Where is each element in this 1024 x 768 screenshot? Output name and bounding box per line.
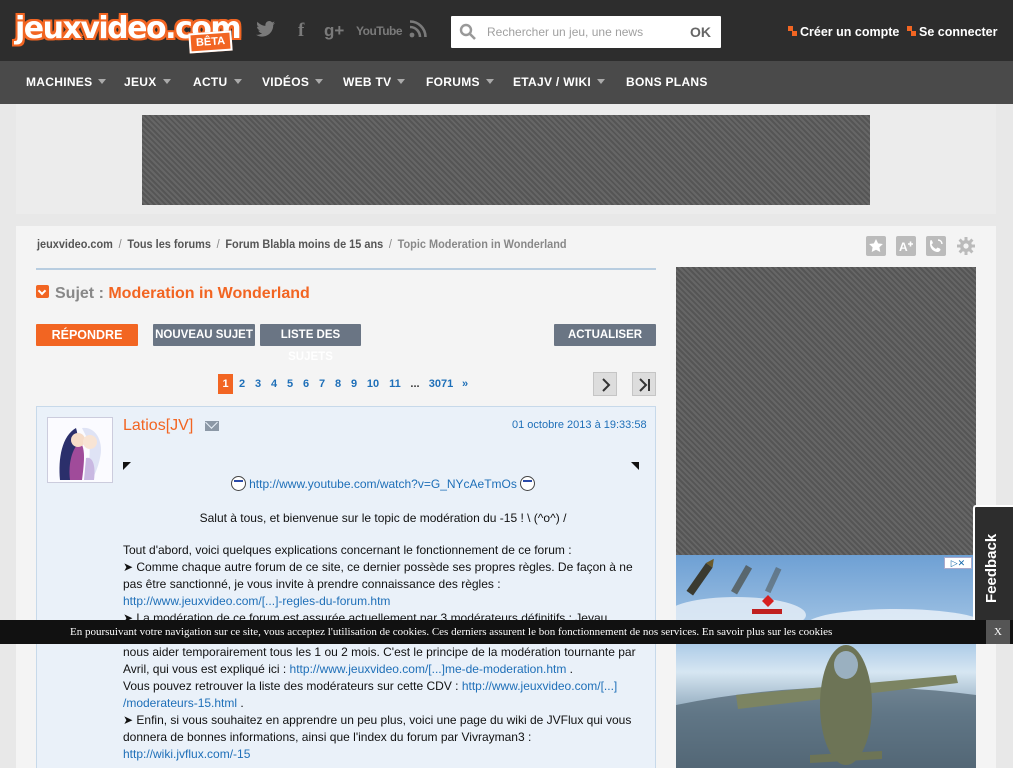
breadcrumb-forum[interactable]: Forum Blabla moins de 15 ans (225, 239, 383, 251)
last-page-icon (639, 378, 650, 392)
smiley-icon (230, 476, 246, 491)
adchoices-icon[interactable]: ▷✕ (944, 557, 972, 569)
nav-bons-plans[interactable]: BONS PLANS (626, 61, 708, 104)
reply-button[interactable]: RÉPONDRE (36, 324, 138, 346)
page-link[interactable]: 5 (284, 374, 296, 394)
page-link[interactable]: 9 (348, 374, 360, 394)
youtube-line: http://www.youtube.com/watch?v=G_NYcAeTm… (123, 476, 643, 493)
rules-link[interactable]: http://www.jeuxvideo.com/[...]-regles-du… (123, 594, 390, 608)
nav-actu[interactable]: ACTU (193, 61, 242, 104)
nav-jeux[interactable]: JEUX (124, 61, 171, 104)
chevron-down-icon[interactable] (36, 285, 49, 298)
search-box: OK (451, 16, 721, 48)
create-account-link[interactable]: Créer un compte (788, 25, 899, 39)
nav-videos[interactable]: VIDÉOS (262, 61, 324, 104)
beta-badge: BÊTA (188, 30, 233, 54)
breadcrumb: jeuxvideo.com / Tous les forums / Forum Blab… (37, 239, 567, 251)
quote-corner-icon (631, 462, 639, 470)
caret-down-icon (597, 79, 606, 84)
page-ellipsis: ... (410, 378, 420, 390)
phone-alert-icon[interactable] (926, 236, 946, 256)
post-author[interactable]: Latios[JV] (123, 417, 193, 435)
top-header: jeuxvideo.com BÊTA f g+ YouTube OK Créer… (0, 0, 1024, 61)
rotation-link[interactable]: http://www.jeuxvideo.com/[...]me-de-mode… (290, 662, 567, 676)
post-date[interactable]: 01 octobre 2013 à 19:33:58 (512, 419, 647, 431)
page-next-link[interactable]: » (459, 374, 471, 394)
cookie-text[interactable]: En poursuivant votre navigation sur ce s… (70, 620, 832, 644)
greeting-text: Salut à tous, et bienvenue sur le topic … (199, 511, 567, 525)
quote-corner-icon (123, 462, 131, 470)
page-link[interactable]: 4 (268, 374, 280, 394)
refresh-button[interactable]: ACTUALISER (554, 324, 656, 346)
caret-down-icon (397, 79, 406, 84)
svg-text:A: A (899, 240, 908, 254)
topic-title: Sujet : Moderation in Wonderland (36, 285, 310, 303)
arrow-bullet-icon (907, 26, 916, 37)
topic-list-button[interactable]: LISTE DES SUJETS (260, 324, 361, 363)
search-submit-button[interactable]: OK (690, 24, 711, 40)
cookie-banner: En poursuivant votre navigation sur ce s… (0, 620, 1013, 644)
gear-icon[interactable] (956, 236, 976, 256)
caret-down-icon (485, 79, 494, 84)
cookie-close-button[interactable]: X (986, 620, 1010, 644)
font-size-icon[interactable]: A (896, 236, 916, 256)
post-body: Tout d'abord, voici quelques explication… (123, 543, 636, 761)
login-link[interactable]: Se connecter (907, 25, 998, 39)
favorite-star-icon[interactable] (866, 236, 886, 256)
caret-down-icon (98, 79, 107, 84)
youtube-icon[interactable]: YouTube (356, 20, 403, 44)
caret-down-icon (162, 79, 171, 84)
search-input[interactable] (487, 16, 677, 48)
main-nav: MACHINES JEUX ACTU VIDÉOS WEB TV FORUMS … (0, 61, 1024, 104)
caret-down-icon (315, 79, 324, 84)
moderators-link[interactable]: http://www.jeuxvideo.com/[...] (462, 679, 617, 693)
sidebar-ad[interactable] (676, 267, 976, 557)
new-topic-button[interactable]: NOUVEAU SUJET (153, 324, 255, 346)
moderators-link-cont[interactable]: /moderateurs-15.html (123, 696, 237, 710)
mail-icon[interactable] (205, 421, 219, 431)
scrollbar-edge (1013, 0, 1024, 768)
last-page-button[interactable] (632, 372, 656, 396)
search-icon (459, 23, 477, 41)
nav-etajv-wiki[interactable]: ETAJV / WIKI (513, 61, 606, 104)
page-link[interactable]: 6 (300, 374, 312, 394)
google-plus-icon[interactable]: g+ (324, 20, 344, 44)
next-page-button[interactable] (593, 372, 617, 396)
page-link[interactable]: 3 (252, 374, 264, 394)
page-link[interactable]: 10 (364, 374, 382, 394)
arrow-bullet-icon (788, 26, 797, 37)
page-link[interactable]: 7 (316, 374, 328, 394)
breadcrumb-home[interactable]: jeuxvideo.com (37, 239, 113, 251)
facebook-icon[interactable]: f (298, 20, 304, 44)
leaderboard-ad[interactable] (142, 115, 870, 205)
caret-down-icon (233, 79, 242, 84)
breadcrumb-current: Topic Moderation in Wonderland (397, 239, 567, 251)
page-link[interactable]: 2 (236, 374, 248, 394)
page-current: 1 (218, 374, 233, 394)
twitter-icon[interactable] (256, 20, 276, 44)
site-logo[interactable]: jeuxvideo.com BÊTA (15, 12, 242, 54)
game-ad-banner[interactable] (676, 555, 976, 768)
nav-machines[interactable]: MACHINES (26, 61, 107, 104)
smiley-icon (520, 476, 536, 491)
youtube-link[interactable]: http://www.youtube.com/watch?v=G_NYcAeTm… (249, 477, 517, 491)
nav-web-tv[interactable]: WEB TV (343, 61, 406, 104)
page-last-link[interactable]: 3071 (427, 374, 455, 394)
page-link[interactable]: 11 (386, 374, 404, 394)
chevron-right-icon (602, 378, 611, 392)
avatar[interactable] (47, 417, 113, 483)
rss-icon[interactable] (409, 20, 427, 44)
feedback-tab[interactable]: Feedback (973, 505, 1013, 633)
wiki-link[interactable]: http://wiki.jvflux.com/-15 (123, 747, 250, 761)
breadcrumb-all-forums[interactable]: Tous les forums (127, 239, 211, 251)
nav-forums[interactable]: FORUMS (426, 61, 494, 104)
divider (36, 268, 656, 270)
page-link[interactable]: 8 (332, 374, 344, 394)
